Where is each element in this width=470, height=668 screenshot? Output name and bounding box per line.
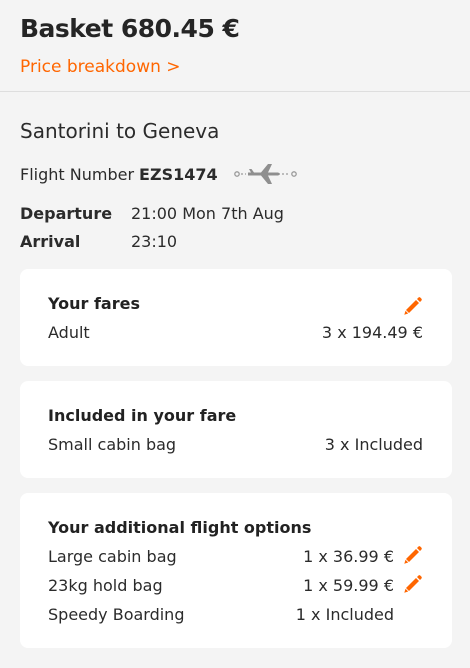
fare-adult-value: 3 x 194.49 € xyxy=(321,323,423,342)
basket-title: Basket 680.45 € xyxy=(20,14,240,43)
hold-bag-label: 23kg hold bag xyxy=(48,576,163,595)
speedy-boarding-label: Speedy Boarding xyxy=(48,605,185,624)
speedy-boarding-value: 1 x Included xyxy=(295,605,394,624)
large-cabin-bag-value: 1 x 36.99 € xyxy=(303,547,394,566)
fares-card-title: Your fares xyxy=(48,294,140,313)
pencil-icon[interactable] xyxy=(402,295,424,317)
options-card: Your additional flight options Large cab… xyxy=(20,493,452,648)
arrival-label: Arrival xyxy=(20,232,81,251)
flight-number-label: Flight Number xyxy=(20,164,135,184)
arrival-row: Arrival 23:10 xyxy=(20,232,177,251)
departure-row: Departure 21:00 Mon 7th Aug xyxy=(20,204,284,223)
large-cabin-bag-label: Large cabin bag xyxy=(48,547,177,566)
departure-value: 21:00 Mon 7th Aug xyxy=(131,204,284,223)
arrival-value: 23:10 xyxy=(131,232,178,251)
basket-header: Basket 680.45 € Price breakdown > xyxy=(0,0,470,92)
options-card-title: Your additional flight options xyxy=(48,518,312,537)
small-cabin-bag-label: Small cabin bag xyxy=(48,435,177,454)
included-card-title: Included in your fare xyxy=(48,406,237,425)
fare-adult-label: Adult xyxy=(48,323,90,342)
plane-icon xyxy=(233,164,297,184)
hold-bag-value: 1 x 59.99 € xyxy=(303,576,394,595)
small-cabin-bag-value: 3 x Included xyxy=(324,435,423,454)
flight-number-row: Flight Number EZS1474 xyxy=(20,161,302,187)
included-card: Included in your fare Small cabin bag 3 … xyxy=(20,381,452,478)
pencil-icon[interactable] xyxy=(402,544,424,566)
flight-number: EZS1474 xyxy=(139,164,218,184)
departure-label: Departure xyxy=(20,204,113,223)
flight-route: Santorini to Geneva xyxy=(20,119,220,143)
fares-card: Your fares Adult 3 x 194.49 € xyxy=(20,269,452,366)
pencil-icon[interactable] xyxy=(402,573,424,595)
price-breakdown-link[interactable]: Price breakdown > xyxy=(20,57,181,77)
